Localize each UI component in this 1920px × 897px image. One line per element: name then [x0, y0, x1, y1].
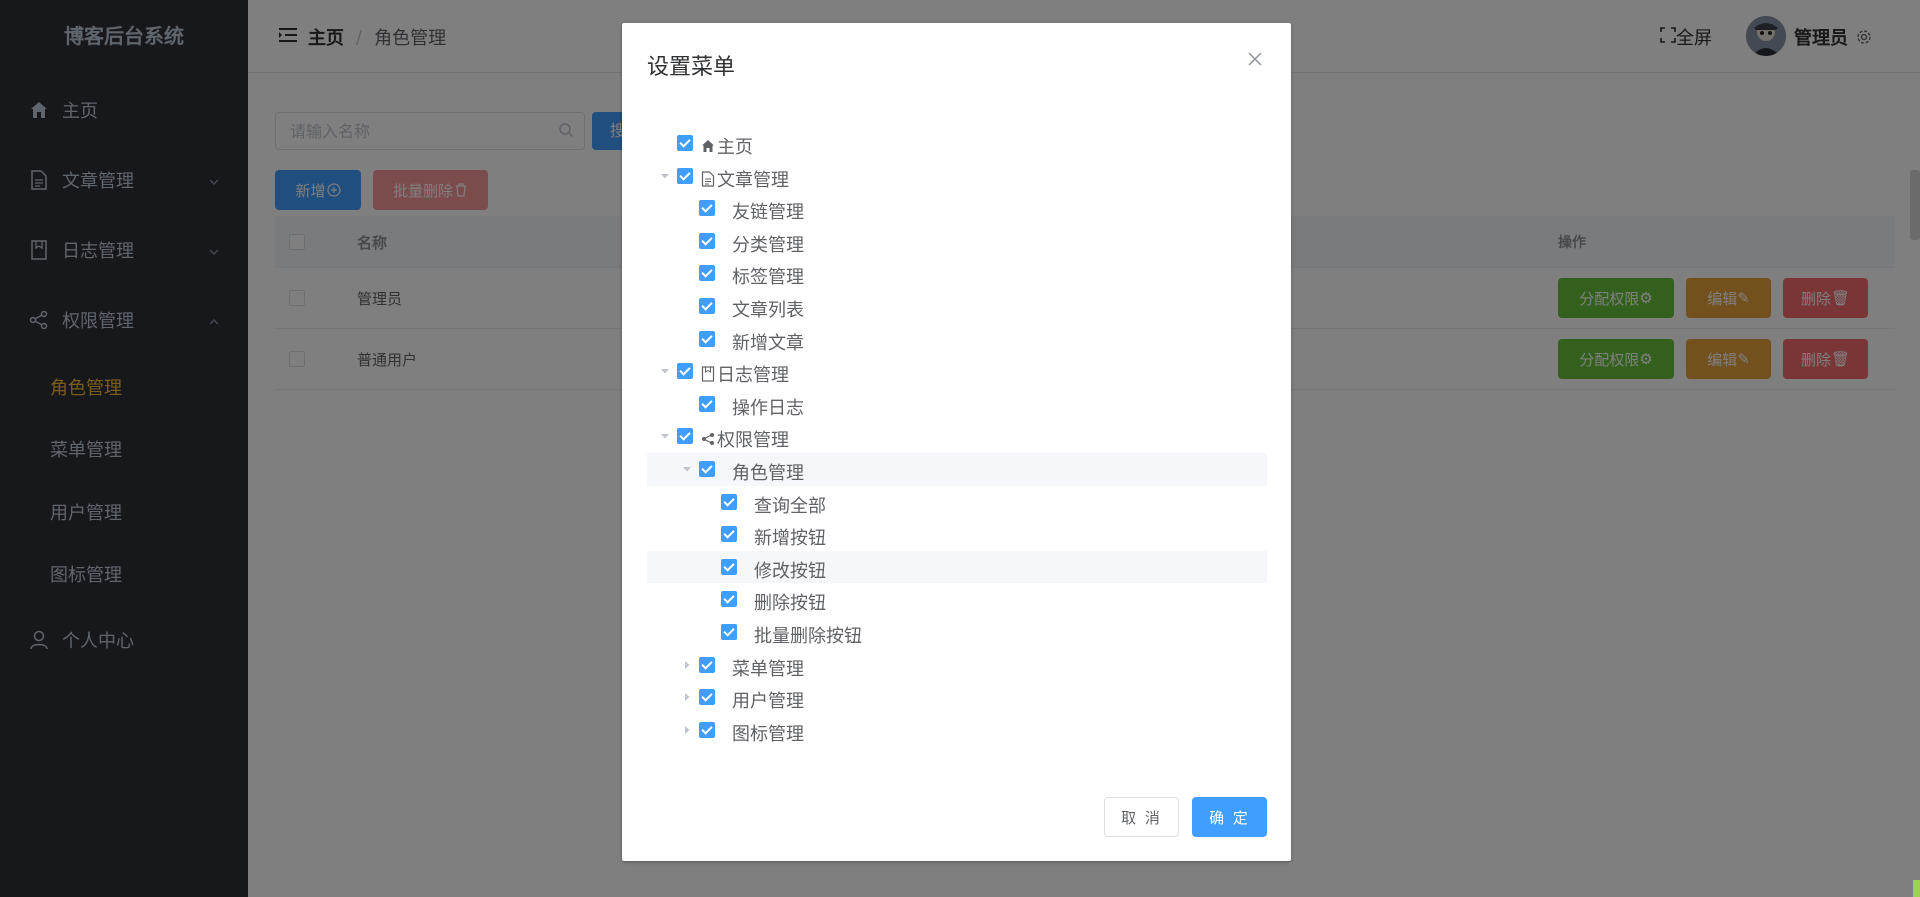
- dialog-title: 设置菜单: [647, 55, 736, 80]
- tree-node[interactable]: 分类管理: [647, 225, 1267, 258]
- tree-node-text: 新增按钮: [754, 528, 826, 550]
- tree-node-label: 用户管理: [732, 687, 804, 713]
- tree-checkbox[interactable]: [699, 395, 715, 412]
- tree-node[interactable]: 新增按钮: [647, 518, 1267, 551]
- tree-checkbox[interactable]: [699, 460, 715, 477]
- tree-node[interactable]: 主页: [647, 127, 1267, 160]
- tree-node-text: 文章列表: [732, 299, 804, 321]
- tree-node-text: 友链管理: [732, 202, 804, 224]
- tree-node[interactable]: 图标管理: [647, 714, 1267, 747]
- tree-node[interactable]: 删除按钮: [647, 583, 1267, 616]
- tree-node-label: 主页: [700, 133, 753, 159]
- tree-node-text: 日志管理: [717, 365, 789, 387]
- caret-down-icon[interactable]: [659, 170, 671, 182]
- tree-node-label: 查询全部: [754, 492, 826, 518]
- tree-node-label: 文章列表: [732, 296, 804, 322]
- tree-node-label: 修改按钮: [754, 557, 826, 583]
- caret-down-icon[interactable]: [659, 365, 671, 377]
- tree-node[interactable]: 文章管理: [647, 160, 1267, 193]
- tree-node-label: 友链管理: [732, 198, 804, 224]
- tree-node-text: 修改按钮: [754, 560, 826, 582]
- scrollbar-corner: [1913, 880, 1920, 897]
- tree-node[interactable]: 日志管理: [647, 355, 1267, 388]
- cancel-button[interactable]: 取 消: [1104, 797, 1179, 837]
- home-icon: [700, 138, 716, 154]
- tree-node-text: 删除按钮: [754, 593, 826, 615]
- tree-node-label: 新增按钮: [754, 524, 826, 550]
- tree-node-text: 角色管理: [732, 462, 804, 484]
- tree-node-label: 批量删除按钮: [754, 622, 862, 648]
- tree-checkbox[interactable]: [699, 656, 715, 673]
- tree-checkbox[interactable]: [699, 297, 715, 314]
- tree-checkbox[interactable]: [699, 330, 715, 347]
- tree-node[interactable]: 标签管理: [647, 257, 1267, 290]
- tree-node-label: 日志管理: [700, 361, 789, 387]
- tree-node[interactable]: 菜单管理: [647, 649, 1267, 682]
- tree-checkbox[interactable]: [677, 363, 693, 380]
- tree-checkbox[interactable]: [699, 232, 715, 249]
- scrollbar-thumb[interactable]: [1910, 170, 1920, 240]
- caret-right-icon[interactable]: [681, 659, 693, 671]
- tree-node[interactable]: 操作日志: [647, 388, 1267, 421]
- tree-node-text: 操作日志: [732, 397, 804, 419]
- tree-node-text: 分类管理: [732, 234, 804, 256]
- tree-node[interactable]: 修改按钮: [647, 550, 1267, 584]
- tree-checkbox[interactable]: [699, 200, 715, 217]
- tree-node[interactable]: 新增文章: [647, 323, 1267, 356]
- tree-node[interactable]: 查询全部: [647, 486, 1267, 519]
- tree-node-text: 文章管理: [717, 169, 789, 191]
- tree-checkbox[interactable]: [721, 493, 737, 510]
- tree-node-label: 文章管理: [700, 166, 789, 192]
- tree-node-label: 新增文章: [732, 329, 804, 355]
- tree-node[interactable]: 文章列表: [647, 290, 1267, 323]
- caret-right-icon[interactable]: [681, 724, 693, 736]
- tree-node-label: 删除按钮: [754, 589, 826, 615]
- caret-down-icon[interactable]: [659, 430, 671, 442]
- document-icon: [700, 170, 716, 187]
- caret-down-icon[interactable]: [681, 463, 693, 475]
- close-icon[interactable]: [1247, 51, 1265, 69]
- tree-node[interactable]: 友链管理: [647, 192, 1267, 225]
- tree-checkbox[interactable]: [721, 526, 737, 543]
- tree-node-text: 菜单管理: [732, 658, 804, 680]
- tree-node-text: 用户管理: [732, 691, 804, 713]
- menu-tree: 主页文章管理友链管理分类管理标签管理文章列表新增文章日志管理操作日志权限管理角色…: [647, 127, 1267, 746]
- tree-node-label: 分类管理: [732, 231, 804, 257]
- tree-checkbox[interactable]: [721, 623, 737, 640]
- tree-node-text: 权限管理: [717, 430, 789, 452]
- tree-checkbox[interactable]: [677, 167, 693, 184]
- tree-node-text: 标签管理: [732, 267, 804, 289]
- tree-node-text: 图标管理: [732, 723, 804, 745]
- tree-node-text: 批量删除按钮: [754, 625, 862, 647]
- tree-node-label: 权限管理: [700, 426, 789, 452]
- tree-node[interactable]: 用户管理: [647, 681, 1267, 714]
- tree-node[interactable]: 角色管理: [647, 452, 1267, 486]
- set-menu-dialog: 设置菜单 主页文章管理友链管理分类管理标签管理文章列表新增文章日志管理操作日志权…: [622, 23, 1291, 861]
- tree-node-label: 图标管理: [732, 720, 804, 746]
- tree-node-label: 菜单管理: [732, 655, 804, 681]
- share-icon: [700, 431, 716, 447]
- confirm-button[interactable]: 确 定: [1192, 797, 1267, 837]
- tree-node-text: 新增文章: [732, 332, 804, 354]
- tree-node-label: 标签管理: [732, 263, 804, 289]
- caret-right-icon[interactable]: [681, 691, 693, 703]
- tree-checkbox[interactable]: [699, 265, 715, 282]
- tree-node-text: 主页: [717, 137, 753, 158]
- tree-node[interactable]: 权限管理: [647, 420, 1267, 453]
- tree-checkbox[interactable]: [721, 558, 737, 575]
- log-icon: [700, 366, 716, 382]
- tree-node-label: 操作日志: [732, 394, 804, 420]
- tree-checkbox[interactable]: [699, 689, 715, 706]
- tree-checkbox[interactable]: [721, 591, 737, 608]
- tree-checkbox[interactable]: [677, 428, 693, 445]
- tree-checkbox[interactable]: [677, 135, 693, 151]
- tree-node-text: 查询全部: [754, 495, 826, 517]
- tree-checkbox[interactable]: [699, 721, 715, 738]
- tree-node-label: 角色管理: [732, 459, 804, 485]
- tree-node[interactable]: 批量删除按钮: [647, 616, 1267, 649]
